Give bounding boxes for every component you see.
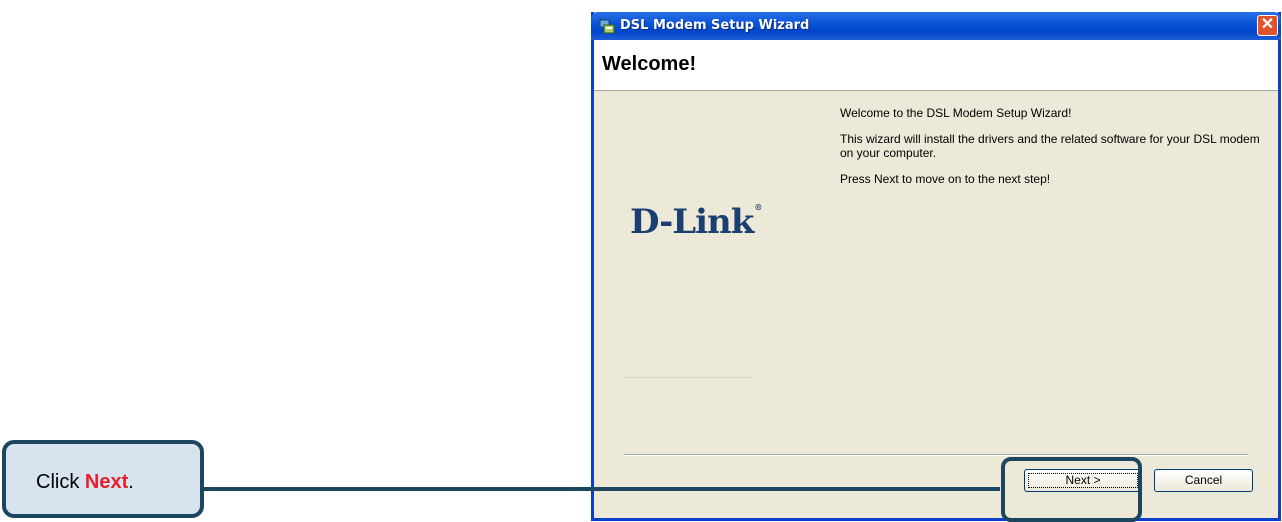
dlink-logo: D-Link® xyxy=(630,202,762,242)
callout-connector xyxy=(204,487,1000,491)
window-title: DSL Modem Setup Wizard xyxy=(620,18,810,33)
cancel-button[interactable]: Cancel xyxy=(1154,469,1253,492)
title-bar[interactable]: DSL Modem Setup Wizard ✕ xyxy=(591,12,1281,40)
close-icon: ✕ xyxy=(1260,16,1275,33)
page-title: Welcome! xyxy=(602,53,697,75)
button-separator xyxy=(624,454,1248,456)
wizard-header: Welcome! xyxy=(594,40,1278,91)
divider xyxy=(624,377,752,378)
callout-text: Click Next. xyxy=(36,471,134,494)
setup-wizard-window: DSL Modem Setup Wizard ✕ Welcome! D-Link… xyxy=(591,12,1281,521)
instruction-text: Press Next to move on to the next step! xyxy=(840,172,1051,186)
close-button[interactable]: ✕ xyxy=(1257,15,1278,36)
instruction-callout: Click Next. xyxy=(2,440,204,518)
callout-suffix: . xyxy=(128,471,134,493)
welcome-text: Welcome to the DSL Modem Setup Wizard! xyxy=(840,106,1072,120)
callout-highlight: Next xyxy=(84,471,129,493)
setup-wizard-icon xyxy=(599,19,615,34)
description-text: This wizard will install the drivers and… xyxy=(840,132,1260,160)
callout-prefix: Click xyxy=(36,471,85,493)
registered-mark: ® xyxy=(754,202,762,212)
wizard-content: Welcome to the DSL Modem Setup Wizard! T… xyxy=(840,106,1260,198)
next-button-highlight xyxy=(1001,457,1142,522)
cancel-button-label: Cancel xyxy=(1184,473,1223,487)
logo-text: D-Link xyxy=(630,202,754,242)
